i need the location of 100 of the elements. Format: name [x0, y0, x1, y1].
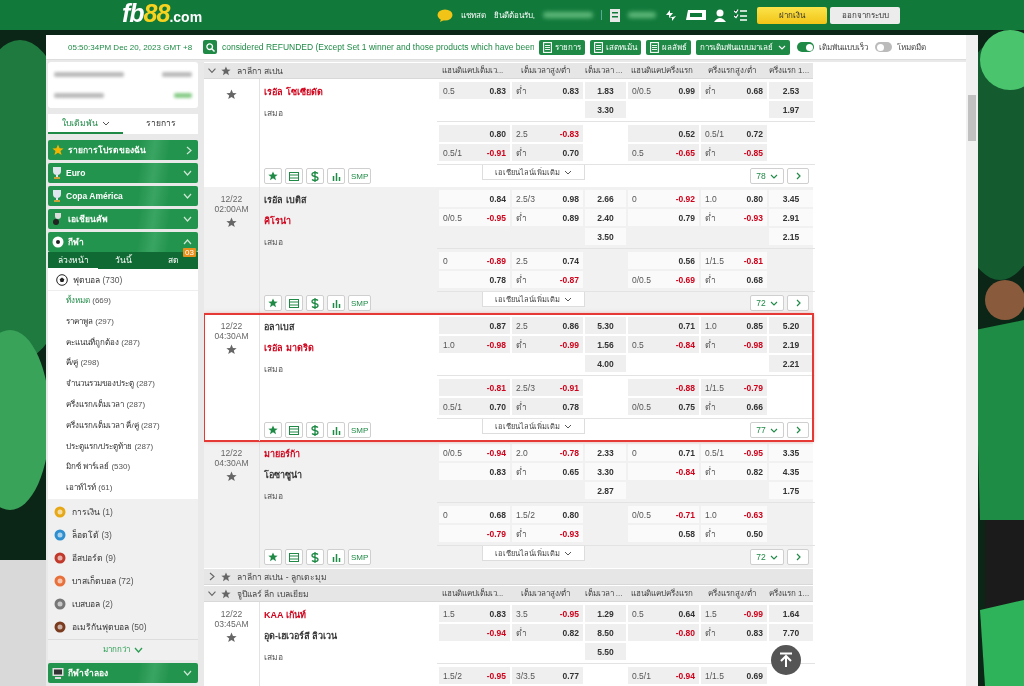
odds-cell[interactable]: 0/0.5 -0.69 [628, 271, 699, 288]
sport-item[interactable]: การเงิน (1) [48, 500, 198, 524]
sidebar-menu-item[interactable]: กีฬาจำลอง [48, 662, 198, 683]
odds-cell[interactable]: ต่ำ -0.98 [701, 336, 767, 353]
odds-cell[interactable]: 1.5/2 -0.95 [439, 667, 510, 684]
sidebar-menu-item[interactable]: เอเชียนคัพ [48, 209, 198, 229]
smp-button[interactable]: SMP [348, 295, 372, 311]
odds-cell[interactable]: 0.79 [628, 209, 699, 226]
odds-cell[interactable]: 3.5 -0.95 [512, 605, 583, 622]
toolbar-button[interactable]: เสตทเม้น [590, 39, 641, 55]
stats-button[interactable] [327, 295, 345, 311]
odds-cell[interactable]: 2.40 [585, 209, 626, 226]
sport-item[interactable]: ฟุตบอล (730) [48, 269, 198, 291]
odds-cell[interactable]: -0.80 [628, 624, 699, 641]
document-icon[interactable] [610, 8, 620, 22]
market-count-dropdown[interactable]: 72 [750, 295, 784, 311]
dollar-button[interactable] [306, 422, 324, 438]
odds-cell[interactable]: 2.66 [585, 190, 626, 207]
market-count-dropdown[interactable]: 78 [750, 168, 784, 184]
list-button[interactable] [285, 295, 303, 311]
sport-tab[interactable]: ล่วงหน้า [48, 252, 98, 269]
odds-cell[interactable]: ต่ำ 0.68 [701, 82, 767, 99]
favorite-button[interactable] [264, 168, 282, 184]
odds-cell[interactable]: -0.88 [628, 379, 699, 396]
odds-cell[interactable]: 2.15 [769, 228, 813, 245]
odds-cell[interactable]: 3.30 [585, 463, 626, 480]
odds-cell[interactable]: 5.50 [585, 643, 626, 660]
odds-cell[interactable]: ต่ำ -0.85 [701, 144, 767, 161]
star-icon[interactable] [221, 571, 231, 582]
odds-cell[interactable]: 0 0.71 [628, 444, 699, 461]
odds-cell[interactable]: 2.0 -0.78 [512, 444, 583, 461]
odds-cell[interactable]: 7.70 [769, 624, 813, 641]
stats-button[interactable] [327, 549, 345, 565]
odds-cell[interactable]: 5.20 [769, 317, 813, 334]
odds-cell[interactable]: 0.80 [439, 125, 510, 142]
odds-cell[interactable]: ต่ำ -0.93 [701, 209, 767, 226]
odds-cell[interactable]: 0.5/1 -0.95 [701, 444, 767, 461]
sport-item[interactable]: อีสปอร์ต (9) [48, 546, 198, 570]
odds-cell[interactable]: 0/0.5 0.75 [628, 398, 699, 415]
bet-type-item[interactable]: ประตูแรก/ประตูท้าย (287) [48, 436, 198, 458]
market-count-dropdown[interactable]: 72 [750, 549, 784, 565]
star-icon[interactable] [226, 217, 237, 228]
odds-cell[interactable]: 5.30 [585, 317, 626, 334]
odds-cell[interactable]: ต่ำ 0.83 [701, 624, 767, 641]
league-header[interactable]: ลาลีกา สเปน แฮนดิแคปเต็มเว... เต็มเวลาสูง/ต่ำ เต็มเวลา ... แฮนดิแคปครึ่งแรก ครึ่งแรกสูง/ต่ำ ครึ่งแรก 1... [204, 63, 813, 79]
bet-type-item[interactable]: จำนวนรวมของประตู (287) [48, 374, 198, 395]
odds-cell[interactable]: 0.87 [439, 317, 510, 334]
sport-item[interactable]: ล็อตโต้ (3) [48, 523, 198, 547]
odds-cell[interactable]: 1.0 -0.98 [439, 336, 510, 353]
odds-cell[interactable]: 1/1.5 -0.81 [701, 252, 767, 269]
bet-type-item[interactable]: คะแนนที่ถูกต้อง (287) [48, 332, 198, 354]
star-icon[interactable] [226, 471, 237, 482]
odds-cell[interactable]: 0.58 [628, 525, 699, 542]
odds-cell[interactable]: 4.35 [769, 463, 813, 480]
odds-cell[interactable]: 1.0 0.80 [701, 190, 767, 207]
toolbar-button[interactable]: รายการ [539, 39, 585, 55]
odds-cell[interactable]: 8.50 [585, 624, 626, 641]
list-button[interactable] [285, 168, 303, 184]
chat-link[interactable]: แชทสด [460, 8, 486, 22]
odds-cell[interactable]: 0.78 [439, 271, 510, 288]
odds-cell[interactable]: 2.91 [769, 209, 813, 226]
odds-cell[interactable]: ต่ำ -0.99 [512, 336, 583, 353]
odds-cell[interactable]: 1.83 [585, 82, 626, 99]
dollar-button[interactable] [306, 549, 324, 565]
favorite-button[interactable] [264, 422, 282, 438]
bet-type-item[interactable]: ครึ่งแรก/เต็มเวลา (287) [48, 395, 198, 416]
dollar-button[interactable] [306, 168, 324, 184]
checklist-icon[interactable] [734, 9, 747, 21]
bet-type-item[interactable]: มิกซ์ พาร์เลย์ (530) [48, 457, 198, 479]
logo[interactable]: fb88.com [122, 0, 203, 30]
odds-cell[interactable]: 0.56 [628, 252, 699, 269]
odds-cell[interactable]: ต่ำ 0.50 [701, 525, 767, 542]
odds-cell[interactable]: 2.5 0.74 [512, 252, 583, 269]
odds-cell[interactable]: 0.84 [439, 190, 510, 207]
market-count-dropdown[interactable]: 77 [750, 422, 784, 438]
odds-cell[interactable]: 0.5/1 0.70 [439, 398, 510, 415]
odds-cell[interactable]: 1.29 [585, 605, 626, 622]
league-header[interactable]: ลาลีกา สเปน - ลูกเตะมุม [204, 569, 813, 585]
odds-cell[interactable]: 1.0 0.85 [701, 317, 767, 334]
odds-cell[interactable]: 0 0.68 [439, 506, 510, 523]
league-header[interactable]: จูปิแลร์ ลีก เบลเยียม แฮนดิแคปเต็มเว... เต็มเวลาสูง/ต่ำ เต็มเวลา ... แฮนดิแคปครึ่งแรก ครึ่งแรกสูง/ต่ำ ครึ่งแรก 1... [204, 586, 813, 602]
bet-type-item[interactable]: คี่/คู่ (298) [48, 353, 198, 375]
stats-button[interactable] [327, 168, 345, 184]
sport-item[interactable]: อเมริกันฟุตบอล (50) [48, 615, 198, 639]
chat-icon[interactable] [436, 8, 453, 22]
scrollbar[interactable] [966, 35, 978, 686]
odds-cell[interactable]: ต่ำ -0.87 [512, 271, 583, 288]
odds-cell[interactable]: 1.64 [769, 605, 813, 622]
bet-type-item[interactable]: ทั้งหมด (669) [48, 291, 198, 312]
sport-tab[interactable]: วันนี้ [98, 252, 148, 269]
odds-cell[interactable]: 0.5 -0.65 [628, 144, 699, 161]
bet-type-item[interactable]: ราคาพูล (297) [48, 311, 198, 333]
odds-cell[interactable]: 2.87 [585, 482, 626, 499]
logout-button[interactable]: ออกจากระบบ [830, 6, 900, 24]
odds-cell[interactable]: 0.5 0.64 [628, 605, 699, 622]
odds-cell[interactable]: 1.5 -0.99 [701, 605, 767, 622]
smp-button[interactable]: SMP [348, 549, 372, 565]
odds-cell[interactable]: 1/1.5 -0.79 [701, 379, 767, 396]
odds-cell[interactable]: ต่ำ 0.68 [701, 271, 767, 288]
odds-cell[interactable]: 2.5/3 0.98 [512, 190, 583, 207]
